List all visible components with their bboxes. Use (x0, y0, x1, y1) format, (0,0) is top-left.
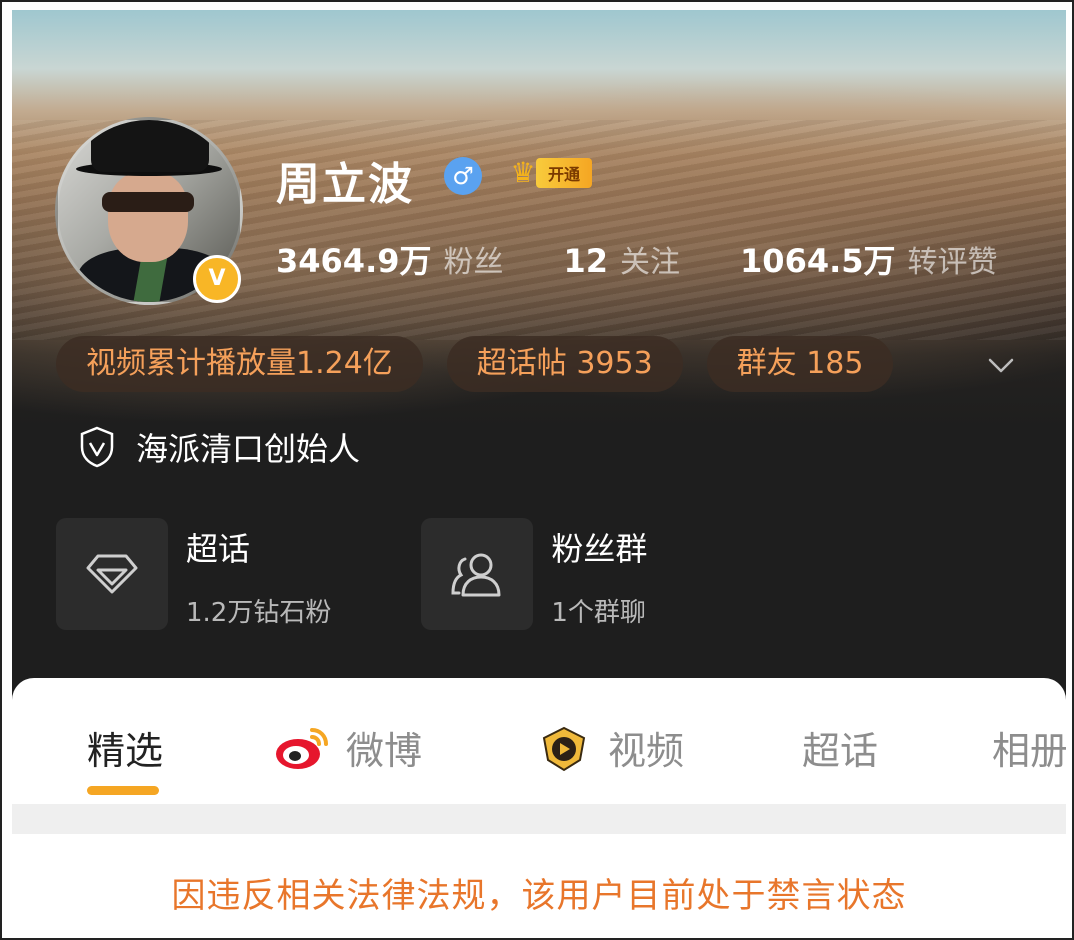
weibo-icon (276, 727, 328, 769)
diamond-icon (56, 518, 168, 630)
vip-open-button[interactable]: ♛ 开通 (506, 156, 593, 190)
stat-label: 转评赞 (907, 245, 998, 280)
stat-value: 1064.5万 (740, 242, 896, 280)
highlight-pills: 视频累计播放量1.24亿 超话帖 3953 群友 185 (56, 336, 917, 392)
card-title: 粉丝群 (551, 530, 648, 568)
tab-label: 精选 (87, 729, 164, 773)
video-icon (542, 726, 586, 771)
card-supertopic[interactable]: 超话 1.2万钻石粉 (56, 518, 331, 630)
feature-cards: 超话 1.2万钻石粉 粉丝群 1个群聊 (56, 518, 737, 630)
tab-label: 视频 (608, 729, 685, 773)
screenshot-frame: V 周立波 ♂ ♛ 开通 3464.9万 粉丝 12 关注 1064.5万 转评… (0, 0, 1074, 940)
pill-group-members[interactable]: 群友 185 (706, 336, 894, 392)
shield-icon (80, 426, 114, 468)
stat-interactions[interactable]: 1064.5万 转评赞 (740, 236, 998, 282)
tab-album[interactable]: 相册 (992, 720, 1066, 775)
tab-supertopic[interactable]: 超话 (802, 720, 878, 775)
crown-icon: ♛ (510, 156, 536, 189)
card-title: 超话 (186, 530, 251, 568)
tab-video[interactable]: 视频 (536, 720, 684, 775)
content-sheet: 精选 微博 视频 超话 相册 因违反相关法律法规，该用户目前处于禁言状态 (12, 678, 1066, 934)
stat-value: 3464.9万 (276, 242, 432, 280)
certification-row: 海派清口创始人 (78, 424, 360, 470)
card-fan-group[interactable]: 粉丝群 1个群聊 (421, 518, 647, 630)
active-tab-indicator (87, 786, 159, 795)
profile-screen: V 周立波 ♂ ♛ 开通 3464.9万 粉丝 12 关注 1064.5万 转评… (12, 10, 1066, 934)
group-icon (421, 518, 534, 630)
tab-weibo[interactable]: 微博 (274, 720, 422, 775)
stat-followers[interactable]: 3464.9万 粉丝 (276, 236, 504, 282)
verified-badge: V (193, 255, 241, 303)
profile-tabs: 精选 微博 视频 超话 相册 (12, 678, 1066, 804)
tab-label: 相册 (992, 729, 1066, 773)
tab-label: 超话 (802, 729, 879, 773)
chevron-down-icon[interactable] (986, 350, 1016, 380)
male-icon: ♂ (444, 157, 482, 195)
ban-notice: 因违反相关法律法规，该用户目前处于禁言状态 (171, 876, 907, 916)
tab-label: 微博 (346, 729, 423, 773)
pill-video-plays[interactable]: 视频累计播放量1.24亿 (56, 336, 423, 392)
tab-featured[interactable]: 精选 (87, 720, 163, 775)
profile-stats: 3464.9万 粉丝 12 关注 1064.5万 转评赞 (276, 236, 998, 282)
vip-open-label: 开通 (536, 158, 593, 188)
profile-name: 周立波 (276, 159, 414, 210)
stat-following[interactable]: 12 关注 (564, 237, 681, 281)
stat-label: 关注 (620, 245, 681, 280)
stat-value: 12 (563, 242, 609, 280)
pill-supertopic-posts[interactable]: 超话帖 3953 (446, 336, 683, 392)
section-divider (12, 804, 1066, 834)
stat-label: 粉丝 (443, 245, 504, 280)
certification-text: 海派清口创始人 (136, 430, 361, 468)
card-subtitle: 1个群聊 (551, 598, 646, 628)
card-subtitle: 1.2万钻石粉 (186, 598, 332, 628)
